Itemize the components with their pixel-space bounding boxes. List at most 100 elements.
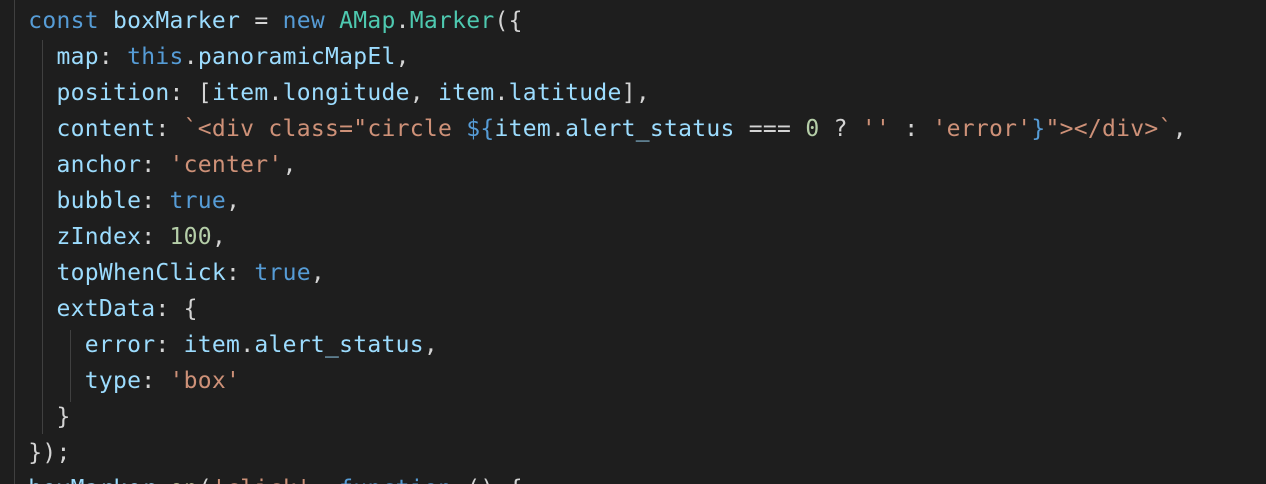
code-token: : [141,152,170,178]
code-token: alert_status [565,116,735,142]
code-line[interactable]: error: item.alert_status, [0,327,438,363]
code-token: const [28,8,99,34]
code-line[interactable]: position: [item.longitude, item.latitude… [0,75,650,111]
code-token: new [282,8,325,34]
code-token: 0 [805,116,820,142]
code-line[interactable]: }); [0,435,71,471]
code-token: bubble [56,188,142,214]
code-token: === [734,116,806,142]
code-token: topWhenClick [56,260,227,286]
code-token: () { [452,476,523,484]
code-token: true [169,188,227,214]
code-token: "></div>` [1045,116,1173,142]
code-token: ? [819,116,862,142]
code-token: item [494,116,551,142]
code-token: . [183,44,198,70]
code-token: boxMarker [28,476,155,484]
code-token: map [56,44,99,70]
code-line[interactable]: boxMarker.on('click', function () { [0,471,523,484]
code-token: extData [56,296,156,322]
code-token: ({ [494,8,523,34]
code-token: : [141,368,170,394]
code-token: : [141,188,170,214]
code-token: , [226,188,241,214]
code-token: ], [621,80,650,106]
code-token: latitude [508,80,622,106]
code-token: . [240,332,255,358]
code-token: , [395,44,410,70]
code-line[interactable]: const boxMarker = new AMap.Marker({ [0,3,523,39]
code-token: , [282,152,297,178]
code-token: 100 [169,224,212,250]
code-token: AMap [339,8,396,34]
code-token: : { [155,296,198,322]
code-token: . [155,476,169,484]
code-token: error [84,332,156,358]
code-line[interactable]: map: this.panoramicMapEl, [0,39,410,75]
code-token: . [268,80,283,106]
code-token: } [56,404,71,430]
code-token: true [254,260,311,286]
code-token: item [438,80,495,106]
code-line[interactable]: bubble: true, [0,183,240,219]
code-token: position [56,80,170,106]
code-token: function [339,476,452,484]
code-token: item [183,332,241,358]
code-token: zIndex [56,224,142,250]
code-token: : [890,116,933,142]
code-token: : [155,116,184,142]
code-token: ( [198,476,212,484]
code-token: item [211,80,269,106]
code-line[interactable]: } [0,399,71,435]
code-line[interactable]: content: `<div class="circle ${item.aler… [0,111,1187,147]
code-token: . [494,80,509,106]
code-token: . [395,8,410,34]
code-line[interactable]: anchor: 'center', [0,147,297,183]
code-token: , [423,332,438,358]
code-token: this [127,44,184,70]
code-token: , [409,80,439,106]
code-token: }); [28,440,71,466]
code-token: = [240,8,283,34]
code-token: 'click' [212,476,311,484]
code-token: , [1172,116,1187,142]
code-token: , [211,224,227,250]
code-token: : [155,332,184,358]
code-token: anchor [56,152,142,178]
code-token: on [170,476,198,484]
code-editor[interactable]: const boxMarker = new AMap.Marker({ map:… [0,0,1266,484]
code-token: . [551,116,566,142]
code-token: : [141,224,170,250]
code-token: 'error' [932,116,1032,142]
code-token: boxMarker [113,8,241,34]
code-token: : [98,44,128,70]
code-token: alert_status [254,332,424,358]
code-line[interactable]: topWhenClick: true, [0,255,325,291]
code-token: 'box' [169,368,241,394]
code-line[interactable]: zIndex: 100, [0,219,226,255]
code-token: : [ [169,80,212,106]
code-token: type [84,368,142,394]
code-token: : [226,260,255,286]
code-line[interactable]: extData: { [0,291,198,327]
code-token: , [311,476,339,484]
code-token: longitude [282,80,410,106]
code-line[interactable]: type: 'box' [0,363,240,399]
code-token: panoramicMapEl [197,44,396,70]
code-token: , [310,260,325,286]
